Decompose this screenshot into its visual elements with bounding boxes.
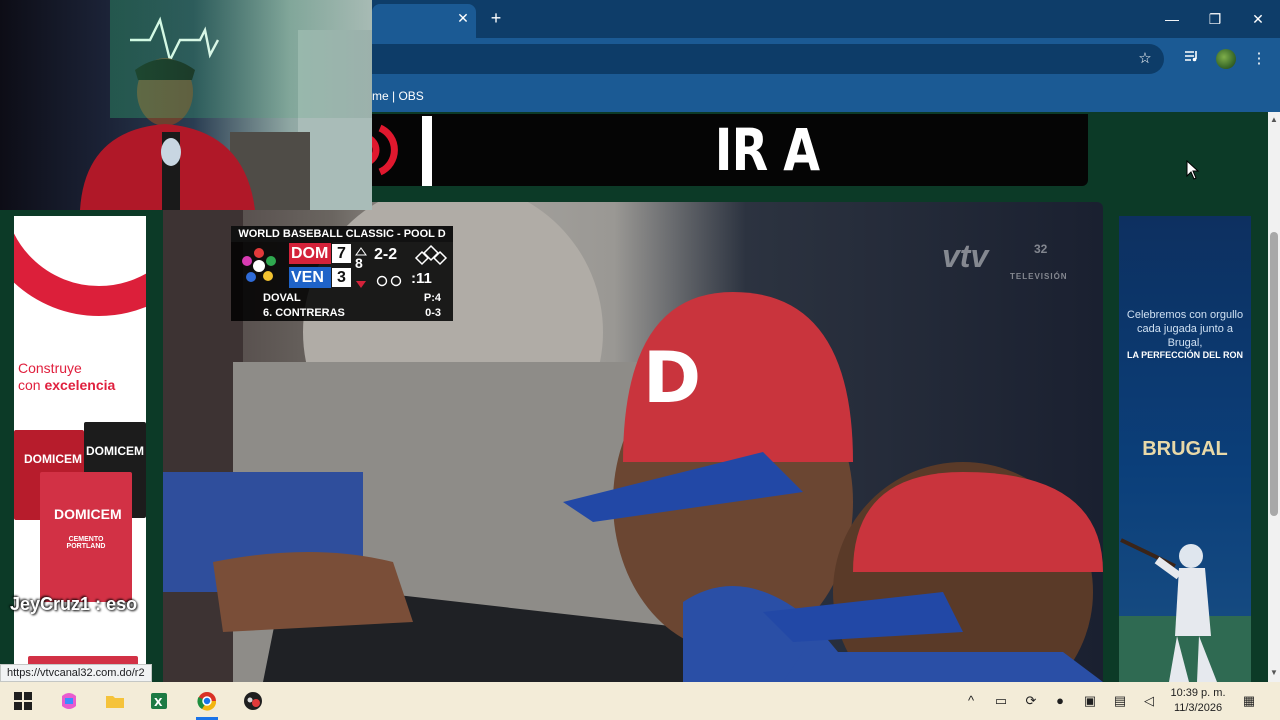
file-explorer-icon[interactable] — [104, 690, 126, 712]
taskbar: X ^ ▭ ⟳ ● ▣ ▤ ◁ 10:39 p. m. 11/3/2026 ▦ — [0, 682, 1280, 720]
minimize-button[interactable]: — — [1160, 8, 1184, 30]
broadcaster-sub: TELEVISIÓN — [1010, 272, 1068, 281]
restore-button[interactable]: ❐ — [1203, 8, 1227, 30]
batter-line: 6. CONTRERAS 0-3 — [261, 306, 447, 320]
right-ad-brugal[interactable]: Celebremos con orgullo cada jugada junto… — [1119, 216, 1251, 682]
clock-date: 11/3/2026 — [1173, 702, 1223, 714]
bag-brand: DOMICEM — [54, 506, 122, 522]
clock-time: 10:39 p. m. — [1170, 687, 1226, 699]
network-icon[interactable]: ▤ — [1111, 692, 1129, 710]
chrome-icon[interactable] — [196, 690, 218, 712]
baseball-player-image — [1119, 538, 1251, 682]
scroll-up-icon[interactable]: ▲ — [1270, 115, 1278, 125]
team-score: 3 — [332, 268, 351, 287]
show-hidden-icons-icon[interactable]: ^ — [962, 692, 980, 710]
system-clock[interactable]: 10:39 p. m. 11/3/2026 — [1166, 686, 1230, 716]
sync-icon[interactable]: ⟳ — [1022, 692, 1040, 710]
scroll-down-icon[interactable]: ▼ — [1270, 668, 1278, 678]
ad-headline-2: con excelencia — [18, 377, 116, 393]
media-control-icon[interactable] — [1180, 48, 1202, 70]
team-name: VEN — [289, 267, 331, 288]
microphone-icon[interactable]: ● — [1051, 692, 1069, 710]
screen: ✕ + — ❐ ✕ ☆ ⋮ me | OBS IR A REPRODUCTOR … — [0, 0, 1280, 720]
excel-icon[interactable]: X — [148, 690, 170, 712]
bookmark-star-icon[interactable]: ☆ — [1134, 48, 1156, 70]
ad-text: Celebremos con orgullo cada jugada junto… — [1126, 309, 1244, 349]
scoreboard-home-row: DOM 7 — [289, 243, 351, 264]
pitch-clock: :11 — [411, 270, 432, 287]
obs-icon[interactable] — [242, 690, 264, 712]
profile-avatar[interactable] — [1216, 49, 1236, 69]
inning-number: 8 — [355, 255, 363, 271]
copilot-icon[interactable] — [58, 690, 80, 712]
windows-start-icon[interactable] — [12, 690, 34, 712]
screen-capture-icon[interactable]: ▣ — [1081, 692, 1099, 710]
ad-tagline: LA PERFECCIÓN DEL RON — [1126, 350, 1243, 360]
webcam-overlay — [0, 0, 372, 210]
led-light — [110, 0, 372, 118]
status-url: https://vtvcanal32.com.do/r2 — [0, 664, 152, 682]
address-bar[interactable] — [372, 44, 1164, 74]
close-window-button[interactable]: ✕ — [1246, 8, 1270, 30]
scoreboard: WORLD BASEBALL CLASSIC - POOL D DOM 7 VE… — [231, 226, 453, 321]
svg-text:D: D — [643, 337, 701, 419]
chat-text: eso — [106, 594, 138, 614]
svg-text:X: X — [154, 696, 163, 709]
pitcher-stat: P:4 — [423, 292, 441, 304]
pitcher-line: DOVAL P:4 — [261, 291, 447, 305]
scoreboard-away-row: VEN 3 — [289, 267, 351, 288]
tab-close-icon[interactable]: ✕ — [455, 10, 471, 26]
broadcaster-name: vtv — [942, 238, 989, 274]
ad-headline-1: Construye — [18, 360, 82, 376]
team-name: DOM — [289, 243, 331, 264]
notifications-icon[interactable]: ▦ — [1240, 692, 1258, 710]
team-score: 7 — [332, 244, 351, 263]
broadcaster-logo: vtv 32 TELEVISIÓN — [942, 238, 1070, 284]
bases-diamond-icon — [414, 244, 448, 266]
scroll-thumb[interactable] — [1270, 232, 1278, 516]
more-menu-icon[interactable]: ⋮ — [1248, 48, 1270, 70]
scoreboard-title: WORLD BASEBALL CLASSIC - POOL D — [231, 226, 453, 242]
broadcaster-number: 32 — [1034, 242, 1048, 256]
live-signal-icon — [372, 124, 398, 176]
banner-divider — [422, 116, 432, 186]
page-scrollbar[interactable]: ▲ ▼ — [1268, 112, 1280, 682]
pitcher-name: DOVAL — [263, 292, 301, 304]
bookmark-obs[interactable]: me | OBS — [372, 89, 424, 103]
volume-icon[interactable]: ◁ — [1140, 692, 1158, 710]
bag-product: CEMENTO PORTLAND — [66, 536, 106, 550]
mouse-cursor-icon — [1186, 160, 1200, 180]
ball-strike-count: 2-2 — [374, 246, 398, 263]
ad-decoration — [14, 216, 146, 316]
battery-icon[interactable]: ▭ — [992, 692, 1010, 710]
banner-text: IR A REPRODUCTOR 2 — [546, 116, 989, 186]
bag-brand: DOMICEM — [86, 444, 144, 458]
batter-name: 6. CONTRERAS — [263, 307, 345, 319]
new-tab-icon[interactable]: + — [486, 8, 506, 28]
chat-separator: : — [95, 594, 107, 614]
player-2-banner[interactable]: IR A REPRODUCTOR 2 — [372, 114, 1088, 186]
bag-brand: DOMICEM — [24, 452, 82, 466]
chat-user: JeyCruz1 — [10, 594, 91, 614]
batter-stat: 0-3 — [425, 307, 441, 319]
chat-message: JeyCruz1 : eso — [10, 594, 137, 615]
outs-indicator-icon — [376, 275, 402, 287]
ad-brand: BRUGAL — [1142, 438, 1228, 460]
wbc-logo-icon — [242, 248, 276, 282]
